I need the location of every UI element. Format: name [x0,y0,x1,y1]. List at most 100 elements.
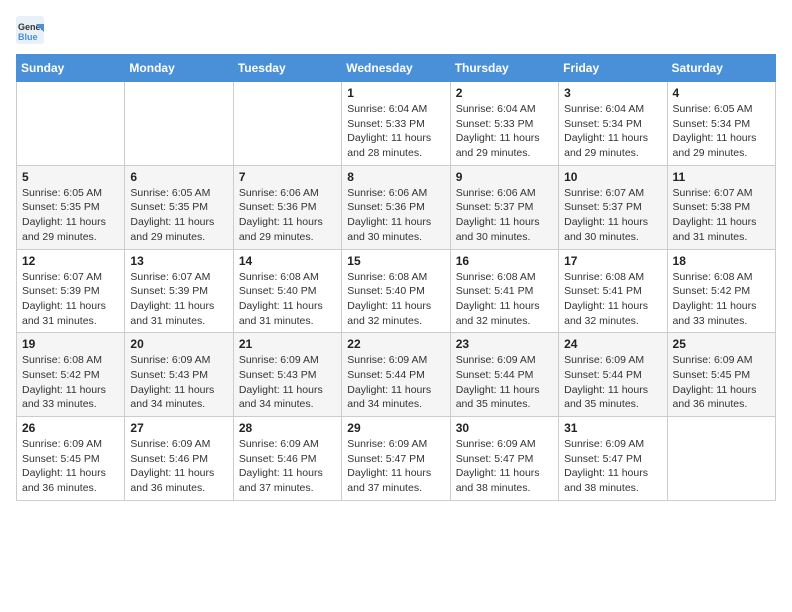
day-info: Sunrise: 6:08 AM Sunset: 5:40 PM Dayligh… [239,270,336,329]
day-info: Sunrise: 6:06 AM Sunset: 5:36 PM Dayligh… [239,186,336,245]
day-number: 14 [239,254,336,268]
day-number: 23 [456,337,553,351]
day-info: Sunrise: 6:09 AM Sunset: 5:45 PM Dayligh… [673,353,770,412]
calendar-cell: 10 Sunrise: 6:07 AM Sunset: 5:37 PM Dayli… [559,165,667,249]
calendar-cell: 29 Sunrise: 6:09 AM Sunset: 5:47 PM Dayli… [342,417,450,501]
day-number: 7 [239,170,336,184]
weekday-header-wednesday: Wednesday [342,55,450,82]
calendar-cell: 11Sunrise: 6:07 AM Sunset: 5:38 PM Dayli… [667,165,775,249]
day-info: Sunrise: 6:07 AM Sunset: 5:39 PM Dayligh… [22,270,119,329]
day-number: 13 [130,254,227,268]
logo-icon: General Blue [16,16,44,44]
day-number: 22 [347,337,444,351]
day-info: Sunrise: 6:08 AM Sunset: 5:42 PM Dayligh… [22,353,119,412]
day-number: 27 [130,421,227,435]
day-number: 21 [239,337,336,351]
calendar-cell: 3 Sunrise: 6:04 AM Sunset: 5:34 PM Daylig… [559,82,667,166]
day-info: Sunrise: 6:09 AM Sunset: 5:44 PM Dayligh… [456,353,553,412]
day-info: Sunrise: 6:05 AM Sunset: 5:34 PM Dayligh… [673,102,770,161]
day-number: 18 [673,254,770,268]
day-info: Sunrise: 6:09 AM Sunset: 5:44 PM Dayligh… [347,353,444,412]
calendar-cell: 17 Sunrise: 6:08 AM Sunset: 5:41 PM Dayli… [559,249,667,333]
svg-text:Blue: Blue [18,32,38,42]
calendar-cell: 15 Sunrise: 6:08 AM Sunset: 5:40 PM Dayli… [342,249,450,333]
day-info: Sunrise: 6:06 AM Sunset: 5:36 PM Dayligh… [347,186,444,245]
calendar-cell: 23 Sunrise: 6:09 AM Sunset: 5:44 PM Dayli… [450,333,558,417]
day-number: 31 [564,421,661,435]
day-info: Sunrise: 6:09 AM Sunset: 5:43 PM Dayligh… [130,353,227,412]
day-info: Sunrise: 6:09 AM Sunset: 5:46 PM Dayligh… [130,437,227,496]
day-info: Sunrise: 6:09 AM Sunset: 5:46 PM Dayligh… [239,437,336,496]
calendar-cell: 30 Sunrise: 6:09 AM Sunset: 5:47 PM Dayli… [450,417,558,501]
calendar-cell [667,417,775,501]
day-info: Sunrise: 6:05 AM Sunset: 5:35 PM Dayligh… [22,186,119,245]
calendar-cell: 2Sunrise: 6:04 AM Sunset: 5:33 PM Daylig… [450,82,558,166]
day-info: Sunrise: 6:07 AM Sunset: 5:39 PM Dayligh… [130,270,227,329]
calendar-table: SundayMondayTuesdayWednesdayThursdayFrid… [16,54,776,501]
day-info: Sunrise: 6:09 AM Sunset: 5:47 PM Dayligh… [564,437,661,496]
calendar-cell: 16 Sunrise: 6:08 AM Sunset: 5:41 PM Dayli… [450,249,558,333]
day-info: Sunrise: 6:04 AM Sunset: 5:33 PM Dayligh… [347,102,444,161]
day-number: 29 [347,421,444,435]
day-info: Sunrise: 6:08 AM Sunset: 5:40 PM Dayligh… [347,270,444,329]
day-number: 15 [347,254,444,268]
day-info: Sunrise: 6:04 AM Sunset: 5:34 PM Dayligh… [564,102,661,161]
day-info: Sunrise: 6:09 AM Sunset: 5:47 PM Dayligh… [347,437,444,496]
day-number: 12 [22,254,119,268]
day-info: Sunrise: 6:09 AM Sunset: 5:44 PM Dayligh… [564,353,661,412]
logo: General Blue [16,16,48,44]
day-number: 19 [22,337,119,351]
day-number: 6 [130,170,227,184]
calendar-cell: 1 Sunrise: 6:04 AM Sunset: 5:33 PM Daylig… [342,82,450,166]
day-info: Sunrise: 6:08 AM Sunset: 5:42 PM Dayligh… [673,270,770,329]
day-info: Sunrise: 6:09 AM Sunset: 5:47 PM Dayligh… [456,437,553,496]
day-info: Sunrise: 6:07 AM Sunset: 5:38 PM Dayligh… [673,186,770,245]
day-info: Sunrise: 6:05 AM Sunset: 5:35 PM Dayligh… [130,186,227,245]
calendar-cell: 4 Sunrise: 6:05 AM Sunset: 5:34 PM Daylig… [667,82,775,166]
day-number: 28 [239,421,336,435]
calendar-cell: 19 Sunrise: 6:08 AM Sunset: 5:42 PM Dayli… [17,333,125,417]
calendar-cell [125,82,233,166]
day-info: Sunrise: 6:08 AM Sunset: 5:41 PM Dayligh… [564,270,661,329]
calendar-cell: 27 Sunrise: 6:09 AM Sunset: 5:46 PM Dayli… [125,417,233,501]
calendar-cell [233,82,341,166]
calendar-cell: 21Sunrise: 6:09 AM Sunset: 5:43 PM Dayli… [233,333,341,417]
calendar-cell: 7 Sunrise: 6:06 AM Sunset: 5:36 PM Daylig… [233,165,341,249]
weekday-header-tuesday: Tuesday [233,55,341,82]
calendar-cell: 25 Sunrise: 6:09 AM Sunset: 5:45 PM Dayli… [667,333,775,417]
day-number: 1 [347,86,444,100]
weekday-header-sunday: Sunday [17,55,125,82]
day-number: 16 [456,254,553,268]
calendar-cell: 12 Sunrise: 6:07 AM Sunset: 5:39 PM Dayli… [17,249,125,333]
day-number: 8 [347,170,444,184]
day-number: 4 [673,86,770,100]
day-info: Sunrise: 6:08 AM Sunset: 5:41 PM Dayligh… [456,270,553,329]
calendar-cell: 22 Sunrise: 6:09 AM Sunset: 5:44 PM Dayli… [342,333,450,417]
calendar-cell: 13 Sunrise: 6:07 AM Sunset: 5:39 PM Dayli… [125,249,233,333]
calendar-cell: 5 Sunrise: 6:05 AM Sunset: 5:35 PM Daylig… [17,165,125,249]
weekday-header-friday: Friday [559,55,667,82]
day-number: 5 [22,170,119,184]
day-number: 17 [564,254,661,268]
day-number: 26 [22,421,119,435]
day-info: Sunrise: 6:07 AM Sunset: 5:37 PM Dayligh… [564,186,661,245]
calendar-cell: 31 Sunrise: 6:09 AM Sunset: 5:47 PM Dayli… [559,417,667,501]
calendar-cell [17,82,125,166]
calendar-cell: 20 Sunrise: 6:09 AM Sunset: 5:43 PM Dayli… [125,333,233,417]
day-number: 9 [456,170,553,184]
day-number: 3 [564,86,661,100]
weekday-header-saturday: Saturday [667,55,775,82]
day-number: 30 [456,421,553,435]
calendar-cell: 14 Sunrise: 6:08 AM Sunset: 5:40 PM Dayli… [233,249,341,333]
calendar-cell: 6 Sunrise: 6:05 AM Sunset: 5:35 PM Daylig… [125,165,233,249]
day-number: 25 [673,337,770,351]
calendar-cell: 18 Sunrise: 6:08 AM Sunset: 5:42 PM Dayli… [667,249,775,333]
page-header: General Blue [16,16,776,44]
day-number: 20 [130,337,227,351]
day-info: Sunrise: 6:04 AM Sunset: 5:33 PM Dayligh… [456,102,553,161]
weekday-header-monday: Monday [125,55,233,82]
day-number: 10 [564,170,661,184]
day-number: 24 [564,337,661,351]
day-info: Sunrise: 6:09 AM Sunset: 5:45 PM Dayligh… [22,437,119,496]
calendar-cell: 8 Sunrise: 6:06 AM Sunset: 5:36 PM Daylig… [342,165,450,249]
